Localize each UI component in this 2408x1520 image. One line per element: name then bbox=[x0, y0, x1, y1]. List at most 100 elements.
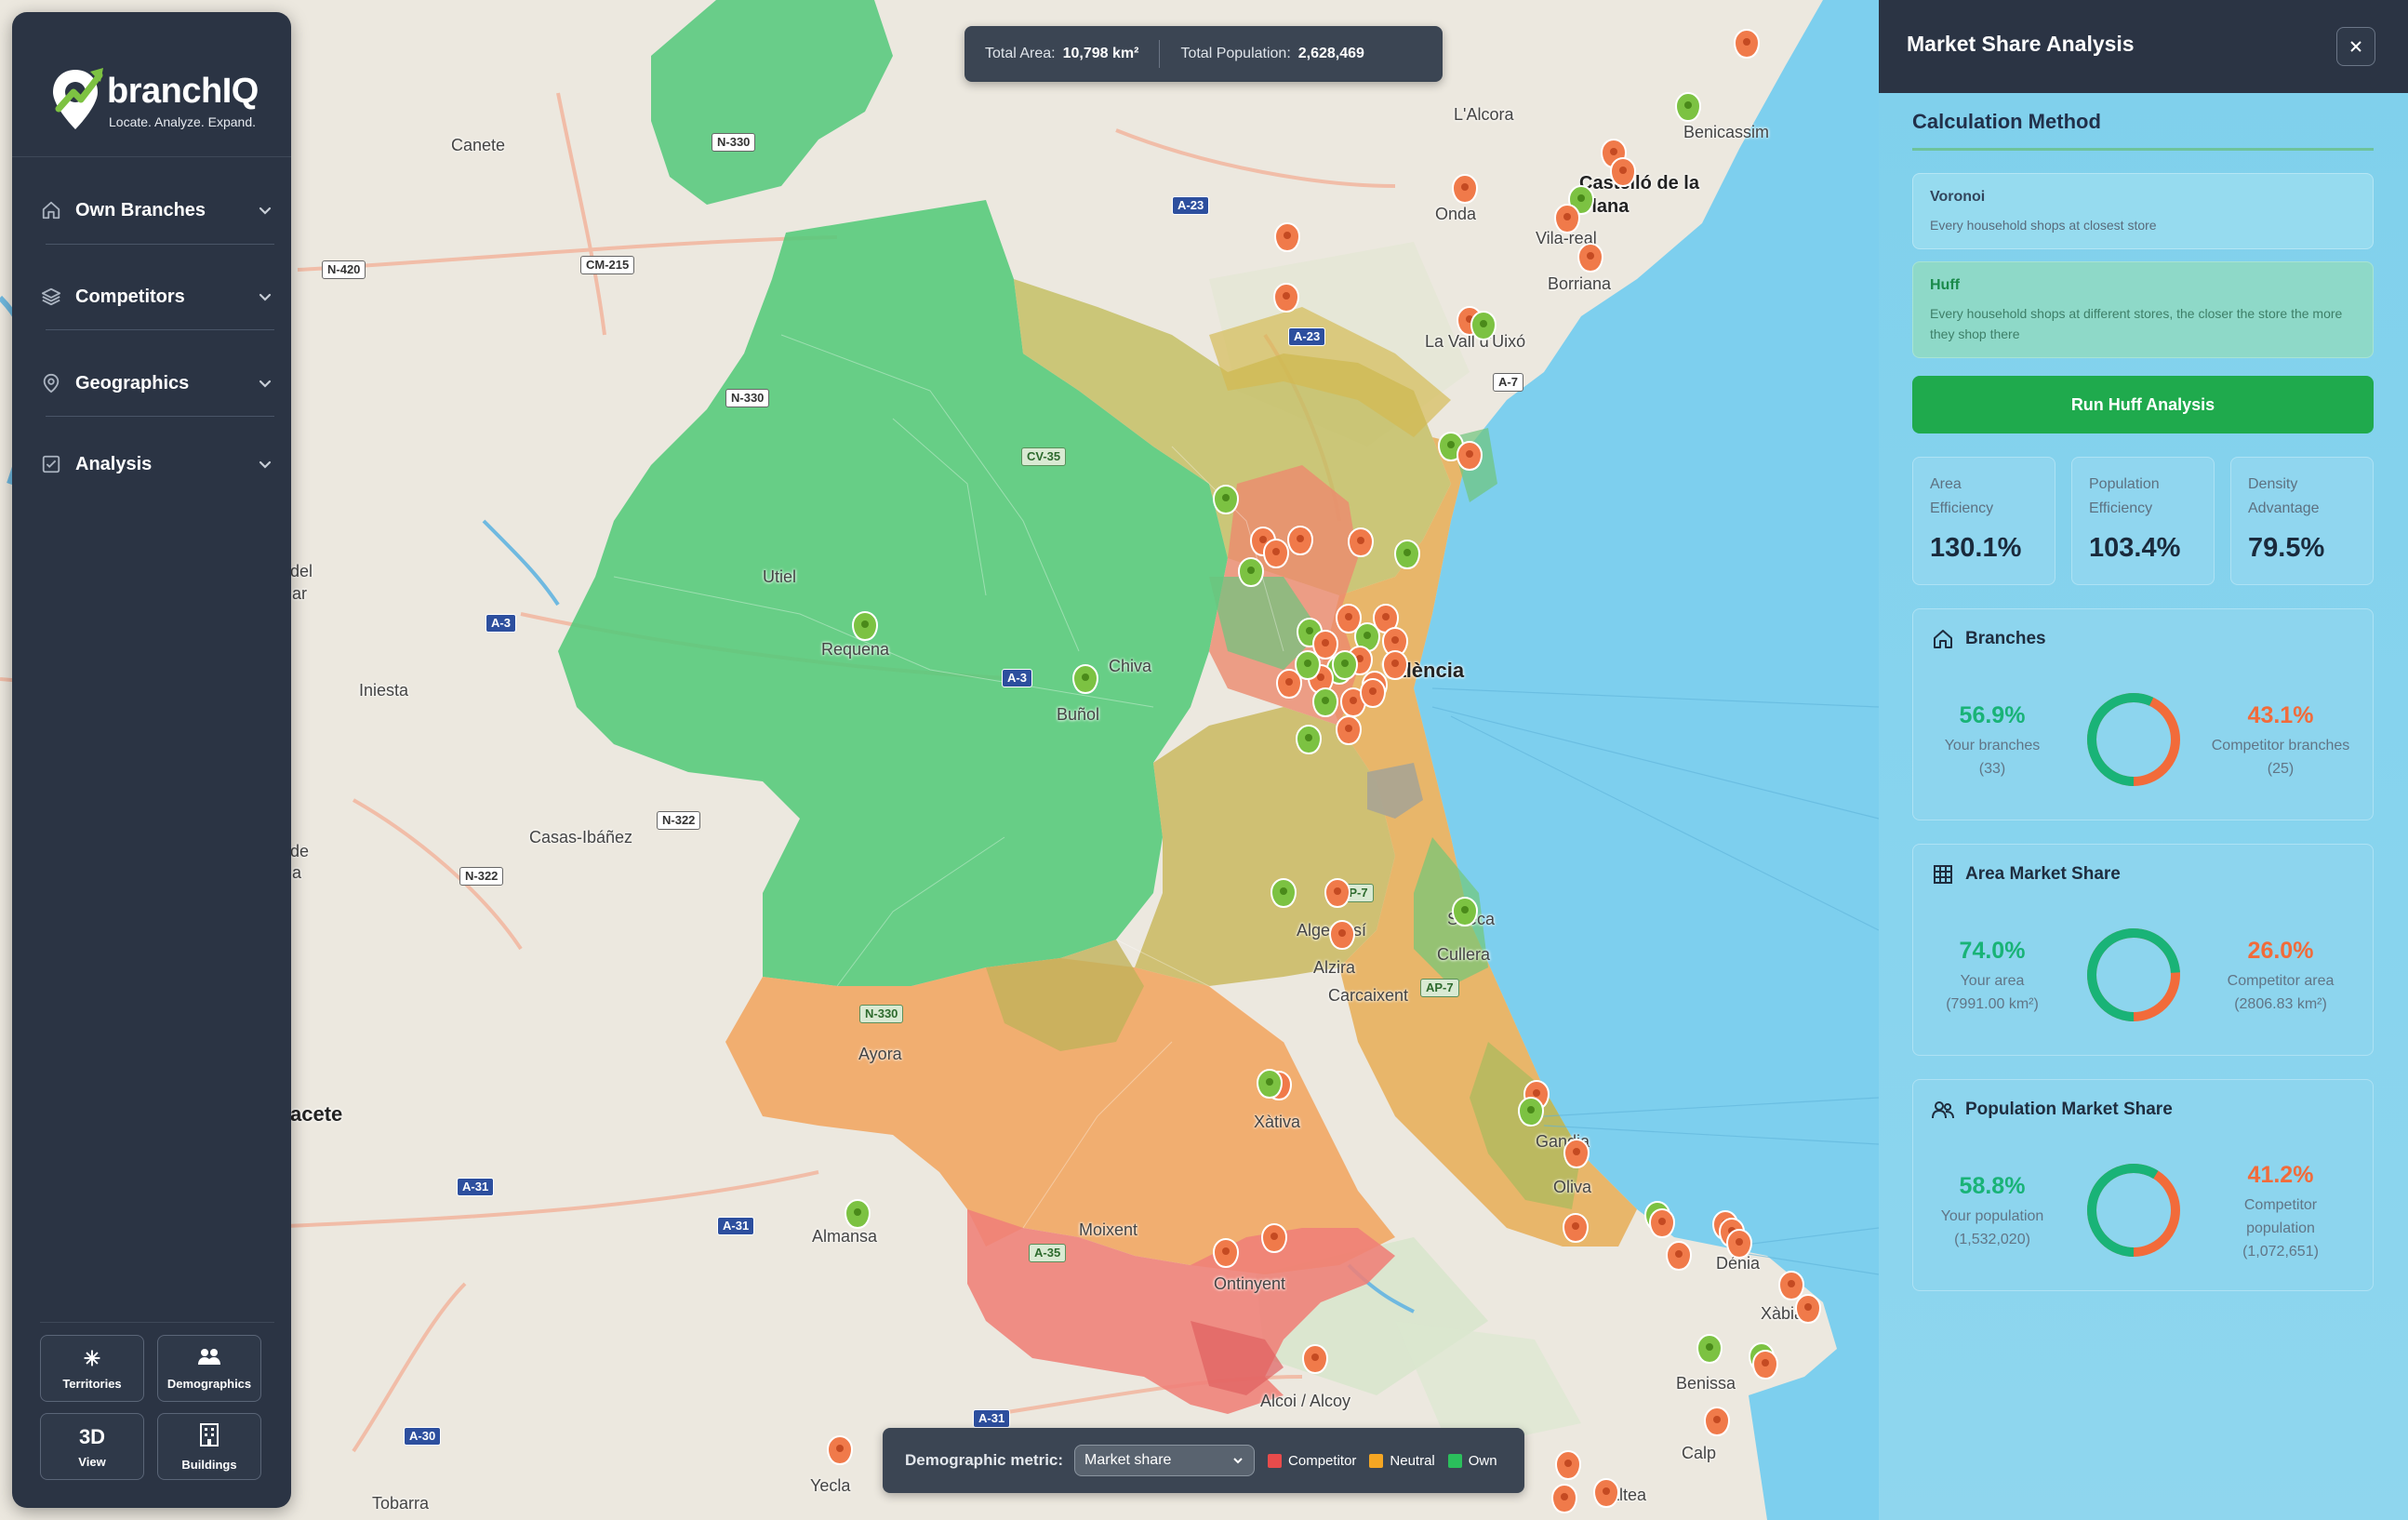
town-label: Borriana bbox=[1548, 274, 1612, 293]
town-label: Calp bbox=[1682, 1444, 1717, 1462]
town-label: Altea bbox=[1608, 1486, 1647, 1504]
total-population-value: 2,628,469 bbox=[1297, 46, 1364, 61]
town-label: Alcoi / Alcoy bbox=[1260, 1392, 1351, 1410]
town-label: Cullera bbox=[1437, 945, 1491, 964]
demographic-metric-label: Demographic metric: bbox=[905, 1451, 1064, 1469]
nav-label: Competitors bbox=[75, 286, 185, 307]
own-share-label: Your population bbox=[1940, 1208, 2044, 1224]
tool-label: Buildings bbox=[181, 1457, 237, 1472]
nav-competitors[interactable]: Competitors bbox=[40, 269, 274, 325]
road-shield: A-7 bbox=[1493, 373, 1523, 392]
legend-swatch bbox=[1268, 1453, 1283, 1468]
own-share-count: (33) bbox=[1978, 761, 2006, 777]
road-shield: A-23 bbox=[1172, 196, 1210, 215]
run-huff-analysis-button[interactable]: Run Huff Analysis bbox=[1912, 376, 2374, 433]
chevron-down-icon bbox=[259, 380, 272, 388]
town-label: Xàbia bbox=[1761, 1304, 1804, 1323]
own-share-value: 74.0% bbox=[1959, 938, 2026, 964]
panel-title: Market Share Analysis bbox=[1907, 32, 2135, 56]
panel-header: Market Share Analysis bbox=[1879, 0, 2408, 93]
divider bbox=[12, 156, 291, 157]
users-icon bbox=[1932, 1101, 1954, 1119]
competitor-share-value: 43.1% bbox=[2247, 702, 2314, 728]
card-title: Area Market Share bbox=[1965, 864, 2121, 884]
legend-item-own: Own bbox=[1447, 1452, 1497, 1469]
method-name: Voronoi bbox=[1930, 189, 1986, 205]
town-label: Buñol bbox=[1057, 705, 1100, 724]
town-label: Moixent bbox=[1079, 1220, 1138, 1239]
card-header: Population Market Share bbox=[1932, 1099, 2173, 1121]
town-label: Requena bbox=[821, 640, 890, 659]
nav-analysis[interactable]: Analysis bbox=[40, 436, 274, 492]
close-button[interactable] bbox=[2336, 27, 2375, 66]
road-shield: N-322 bbox=[657, 811, 701, 830]
town-label: de bbox=[290, 842, 310, 860]
method-huff-option[interactable]: Huff Every household shops at different … bbox=[1912, 261, 2374, 358]
calculation-method-title: Calculation Method bbox=[1912, 110, 2101, 133]
road-shield: A-3 bbox=[1002, 669, 1032, 687]
town-label: València bbox=[1382, 659, 1465, 682]
town-label: Chiva bbox=[1109, 657, 1152, 675]
town-label: Castelló de la Plana bbox=[1579, 173, 1699, 217]
town-label: Onda bbox=[1435, 205, 1477, 223]
territories-icon: ✳ bbox=[83, 1346, 101, 1370]
demographic-metric-select[interactable]: Market share bbox=[1074, 1445, 1256, 1476]
map-pin-icon bbox=[40, 372, 62, 394]
method-voronoi-option[interactable]: Voronoi Every household shops at closest… bbox=[1912, 173, 2374, 249]
nav-label: Own Branches bbox=[75, 199, 206, 220]
tool-label: View bbox=[78, 1454, 106, 1469]
checklist-icon bbox=[40, 453, 62, 475]
app-logo[interactable]: branchIQ Locate. Analyze. Expand. bbox=[49, 51, 273, 144]
town-label: Vila-real bbox=[1536, 229, 1597, 247]
town-label: Tobarra bbox=[372, 1494, 430, 1513]
population-market-share-card: Population Market Share 58.8% Your popul… bbox=[1912, 1079, 2374, 1291]
competitor-share-amount: (1,072,651) bbox=[2242, 1244, 2319, 1260]
nav-geographics[interactable]: Geographics bbox=[40, 355, 274, 411]
town-label: L'Alcora bbox=[1454, 105, 1514, 124]
3d-view-button[interactable]: 3D View bbox=[40, 1413, 144, 1480]
chevron-down-icon bbox=[259, 207, 272, 215]
legend-label: Neutral bbox=[1390, 1452, 1435, 1469]
total-area-label: Total Area: bbox=[985, 46, 1056, 61]
road-shield: A-31 bbox=[457, 1178, 495, 1196]
own-share-value: 56.9% bbox=[1959, 702, 2026, 728]
road-shield: N-330 bbox=[725, 389, 770, 407]
road-shield: N-322 bbox=[459, 867, 504, 886]
buildings-button[interactable]: Buildings bbox=[157, 1413, 261, 1480]
metric-value: 103.4% bbox=[2089, 533, 2181, 563]
town-label: Dénia bbox=[1716, 1254, 1761, 1273]
town-label: Ontinyent bbox=[1214, 1274, 1286, 1293]
demographics-button[interactable]: Demographics bbox=[157, 1335, 261, 1402]
metric-area-efficiency: Area Efficiency 130.1% bbox=[1912, 457, 2055, 585]
town-label: Iniesta bbox=[359, 681, 409, 700]
nav-divider bbox=[46, 329, 274, 330]
town-label: Carcaixent bbox=[1328, 986, 1409, 1005]
legend-label: Own bbox=[1468, 1452, 1497, 1469]
method-description: Every household shops at different store… bbox=[1930, 306, 2343, 341]
building-icon bbox=[199, 1422, 220, 1452]
people-icon bbox=[197, 1347, 221, 1371]
competitor-share-label: population bbox=[2246, 1220, 2315, 1236]
road-shield: A-31 bbox=[973, 1409, 1011, 1428]
metric-label: Density bbox=[2248, 476, 2298, 492]
area-donut-chart bbox=[2087, 928, 2180, 1021]
home-icon bbox=[1934, 630, 1952, 648]
town-label: Alzira bbox=[1313, 958, 1356, 977]
road-shield: A-30 bbox=[404, 1427, 442, 1446]
road-shield: N-330 bbox=[712, 133, 756, 152]
metric-label: Advantage bbox=[2248, 500, 2320, 516]
town-label: Casas-Ibáñez bbox=[529, 828, 633, 847]
chevron-down-icon bbox=[1233, 1458, 1243, 1464]
branches-card: Branches 56.9% Your branches (33) 43.1% … bbox=[1912, 608, 2374, 820]
nav-own-branches[interactable]: Own Branches bbox=[40, 182, 274, 238]
town-label: Algemesí bbox=[1297, 921, 1367, 940]
title-underline bbox=[1912, 148, 2374, 151]
map-stats-bar: Total Area: 10,798 km² Total Population:… bbox=[965, 26, 1443, 82]
legend-swatch bbox=[1447, 1453, 1462, 1468]
river bbox=[482, 519, 560, 607]
road-shield: A-23 bbox=[1288, 327, 1326, 346]
region-own bbox=[558, 200, 1228, 986]
competitor-share-value: 41.2% bbox=[2247, 1162, 2314, 1188]
territories-button[interactable]: ✳ Territories bbox=[40, 1335, 144, 1402]
town-label: Almansa bbox=[812, 1227, 878, 1246]
